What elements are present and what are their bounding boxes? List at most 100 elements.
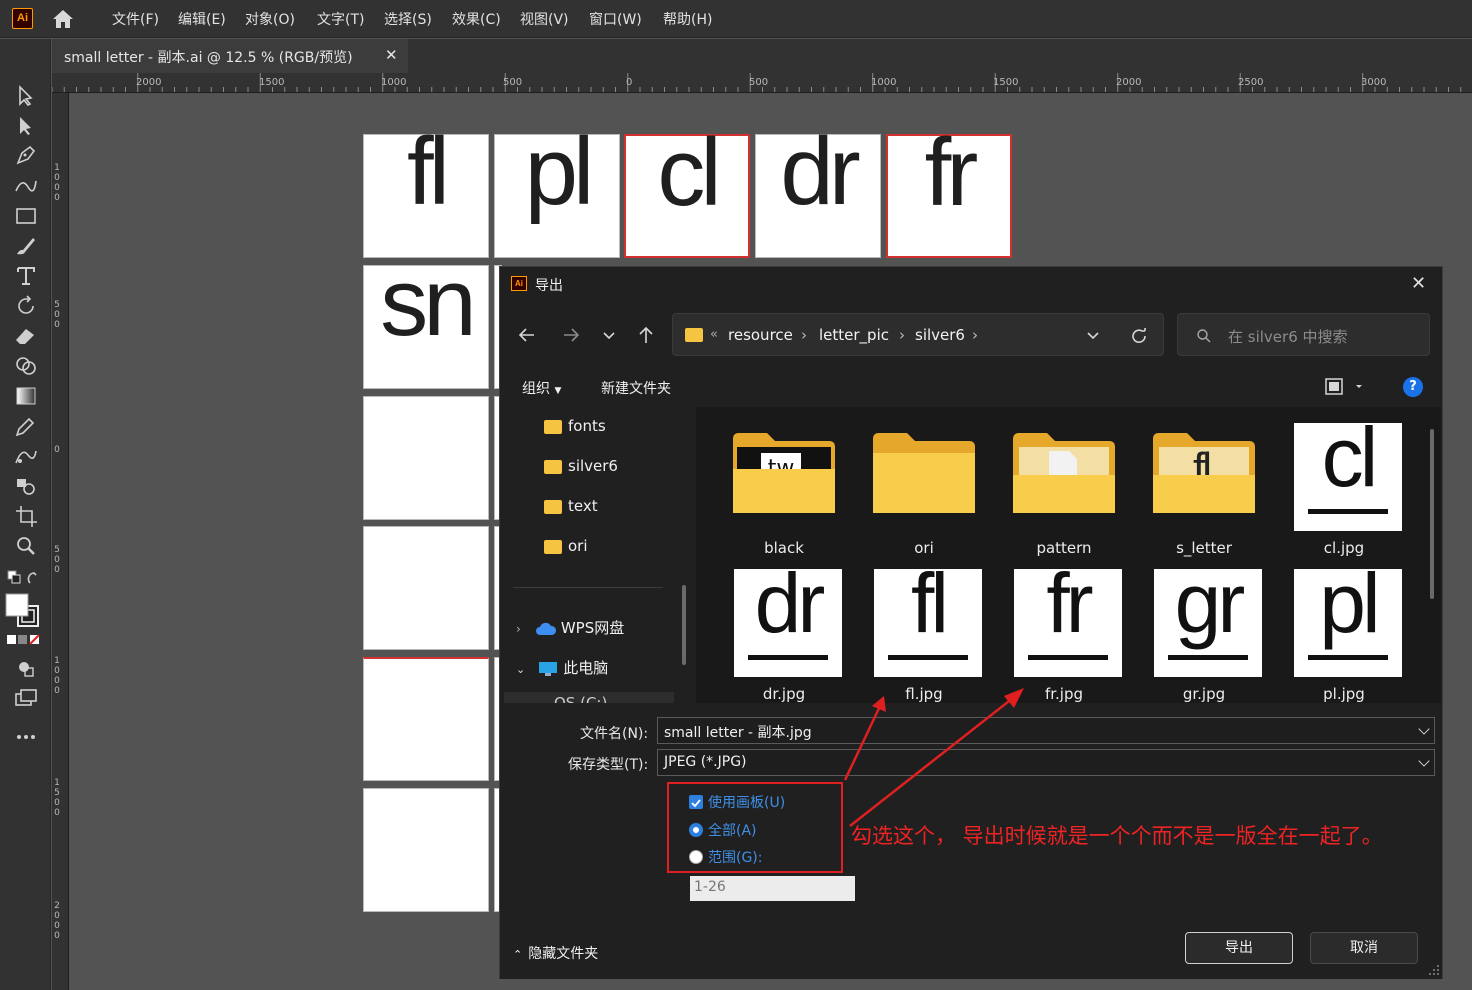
address-bar[interactable]: « resource › letter_pic › silver6 › [672, 313, 1164, 356]
image-thumbnail: dr [734, 569, 842, 677]
breadcrumb-separator-icon: › [972, 326, 978, 344]
nav-this-pc[interactable]: ⌄ 此电脑 [516, 657, 608, 678]
menu-effect[interactable]: 效果(C) [452, 9, 501, 29]
export-button[interactable]: 导出 [1185, 932, 1293, 964]
nav-drive-c[interactable]: OS (C:) [504, 692, 674, 703]
hide-folders-toggle[interactable]: ⌃ 隐藏文件夹 [513, 943, 598, 963]
color-mode-icon[interactable] [6, 633, 42, 647]
nav-folder-ori[interactable]: ori [544, 537, 588, 555]
direct-selection-tool-icon[interactable] [12, 113, 40, 139]
nav-scrollbar[interactable] [682, 585, 686, 665]
file-item-s-letter[interactable]: fl s_letter [1134, 421, 1274, 561]
zoom-tool-icon[interactable] [12, 533, 40, 559]
nav-folder-fonts[interactable]: fonts [544, 417, 606, 435]
file-name: dr.jpg [762, 685, 806, 703]
menu-help[interactable]: 帮助(H) [663, 9, 712, 29]
breadcrumb-overflow[interactable]: « [710, 327, 718, 342]
close-tab-icon[interactable]: ✕ [385, 46, 398, 64]
rectangle-tool-icon[interactable] [12, 203, 40, 229]
nav-folder-text[interactable]: text [544, 497, 598, 515]
artboard[interactable]: sn [363, 249, 489, 389]
back-arrow-icon[interactable] [516, 324, 538, 346]
file-item-pl-jpg[interactable]: pl pl.jpg [1274, 569, 1414, 703]
view-options-icon[interactable] [1324, 377, 1366, 397]
search-box[interactable]: 在 silver6 中搜索 [1177, 313, 1430, 356]
paintbrush-tool-icon[interactable] [12, 233, 40, 259]
menu-edit[interactable]: 编辑(E) [178, 9, 226, 29]
close-icon[interactable]: ✕ [1411, 273, 1426, 294]
breadcrumb-resource[interactable]: resource [728, 326, 793, 344]
gradient-tool-icon[interactable] [12, 383, 40, 409]
nav-wps-cloud[interactable]: › WPS网盘 [516, 617, 624, 638]
thumbnail-letters: fr [1046, 569, 1093, 650]
menu-file[interactable]: 文件(F) [112, 9, 159, 29]
artboard[interactable] [363, 657, 489, 781]
help-icon[interactable]: ? [1403, 377, 1423, 397]
up-arrow-icon[interactable] [635, 324, 657, 346]
filename-input[interactable]: small letter - 副本.jpg [657, 717, 1435, 744]
document-tab[interactable]: small letter - 副本.ai @ 12.5 % (RGB/预览) [52, 39, 408, 73]
file-item-dr-jpg[interactable]: dr dr.jpg [714, 569, 854, 703]
chevron-down-icon[interactable] [1418, 723, 1430, 735]
nav-folder-silver6[interactable]: silver6 [544, 457, 618, 475]
menu-type[interactable]: 文字(T) [317, 9, 364, 29]
file-list-scrollbar[interactable] [1430, 429, 1434, 599]
file-item-gr-jpg[interactable]: gr gr.jpg [1134, 569, 1274, 703]
artboard-selected[interactable]: fr [886, 119, 1012, 258]
refresh-icon[interactable] [1129, 326, 1149, 346]
vertical-ruler[interactable]: 1000 500 0 500 1000 1500 2000 [52, 93, 69, 990]
artboard-tool-icon[interactable] [12, 503, 40, 529]
shape-builder-tool-icon[interactable] [12, 353, 40, 379]
image-thumbnail: cl [1294, 423, 1402, 531]
annotation-arrows [843, 688, 1024, 827]
organize-button[interactable]: 组织 ▼ [522, 378, 561, 398]
menu-view[interactable]: 视图(V) [520, 9, 569, 29]
tools-panel [0, 39, 51, 990]
chevron-down-icon[interactable] [1418, 755, 1430, 767]
ruler-label: 2000 [54, 901, 60, 941]
file-item-ori[interactable]: ori [854, 421, 994, 561]
recent-locations-icon[interactable] [600, 326, 618, 344]
menu-select[interactable]: 选择(S) [384, 9, 432, 29]
rotate-tool-icon[interactable] [12, 293, 40, 319]
artboard[interactable] [363, 526, 489, 650]
curvature-tool-icon[interactable] [12, 173, 40, 199]
menu-window[interactable]: 窗口(W) [589, 9, 642, 29]
breadcrumb-letter-pic[interactable]: letter_pic [819, 326, 889, 344]
artboard[interactable]: pl [494, 118, 620, 258]
screen-mode-icon[interactable] [12, 685, 40, 711]
thumbnail-underline [888, 655, 968, 660]
home-icon[interactable] [50, 8, 76, 30]
blend-tool-icon[interactable] [12, 443, 40, 469]
swap-fill-stroke-icon[interactable] [6, 565, 42, 591]
resize-grip-icon[interactable] [1428, 964, 1440, 976]
horizontal-ruler[interactable]: 2000 1500 1000 500 0 500 1000 1500 2000 … [52, 73, 1472, 93]
range-input[interactable]: 1-26 [690, 876, 855, 901]
artboard[interactable]: fl [363, 118, 489, 258]
artboard[interactable] [363, 788, 489, 912]
search-icon [1197, 329, 1211, 343]
symbol-sprayer-tool-icon[interactable] [12, 473, 40, 499]
pen-tool-icon[interactable] [12, 143, 40, 169]
forward-arrow-icon[interactable] [560, 324, 582, 346]
chevron-down-icon[interactable] [1085, 328, 1101, 344]
file-item-cl-jpg[interactable]: cl cl.jpg [1274, 421, 1414, 561]
new-folder-button[interactable]: 新建文件夹 [601, 378, 671, 398]
artboard[interactable]: dr [755, 118, 881, 258]
menu-object[interactable]: 对象(O) [245, 9, 295, 29]
draw-mode-icon[interactable] [12, 655, 40, 681]
type-tool-icon[interactable] [12, 263, 40, 289]
artboard[interactable] [363, 396, 489, 520]
breadcrumb-silver6[interactable]: silver6 [915, 326, 965, 344]
more-tools-icon[interactable] [12, 725, 40, 751]
file-name: ori [914, 539, 934, 557]
filetype-select[interactable]: JPEG (*.JPG) [657, 749, 1435, 776]
file-item-pattern[interactable]: pattern [994, 421, 1134, 561]
eyedropper-tool-icon[interactable] [12, 413, 40, 439]
file-item-black[interactable]: tw black [714, 421, 854, 561]
artboard-selected[interactable]: cl [624, 119, 750, 258]
eraser-tool-icon[interactable] [12, 323, 40, 349]
fill-stroke-swatch-icon[interactable] [4, 592, 40, 630]
selection-tool-icon[interactable] [12, 83, 40, 109]
cancel-button[interactable]: 取消 [1310, 932, 1418, 964]
